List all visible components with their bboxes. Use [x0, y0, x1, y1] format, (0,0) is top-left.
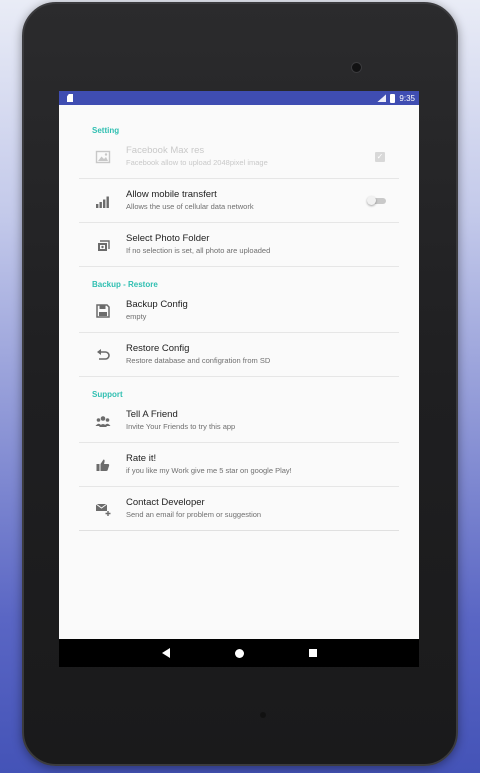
battery-icon — [390, 93, 396, 103]
pref-title: Select Photo Folder — [126, 233, 210, 244]
pref-subtitle: Send an email for problem or suggestion — [126, 510, 262, 519]
pref-title: Allow mobile transfert — [126, 189, 217, 200]
pref-title: Backup Config — [126, 299, 188, 310]
pref-title: Facebook Max res — [126, 145, 205, 156]
section-header-setting: Setting — [92, 126, 120, 135]
pref-subtitle: Facebook allow to upload 2048pixel image — [126, 158, 268, 167]
pref-subtitle: if you like my Work give me 5 star on go… — [126, 466, 292, 475]
status-indicators: 9:35 — [377, 93, 415, 103]
pref-subtitle: Invite Your Friends to try this app — [126, 422, 236, 431]
status-bar: 9:35 — [59, 91, 419, 105]
home-icon[interactable] — [234, 648, 244, 658]
pref-subtitle: If no selection is set, all photo are up… — [126, 246, 271, 255]
signal-icon — [377, 94, 387, 102]
pref-title: Tell A Friend — [126, 409, 178, 420]
device-sensor-dot — [260, 712, 266, 718]
pref-text: Facebook Max res Facebook allow to uploa… — [126, 145, 399, 168]
image-icon — [79, 149, 126, 165]
undo-icon — [79, 347, 126, 363]
save-icon — [79, 303, 126, 319]
mobile-transfert-switch[interactable] — [367, 196, 387, 205]
pref-text: Select Photo Folder If no selection is s… — [126, 233, 399, 256]
photo-folder-icon — [79, 237, 126, 253]
pref-facebook-max-res[interactable]: Facebook Max res Facebook allow to uploa… — [79, 135, 399, 179]
pref-text: Contact Developer Send an email for prob… — [126, 497, 399, 520]
sd-card-icon — [67, 94, 73, 102]
pref-text: Restore Config Restore database and conf… — [126, 343, 399, 366]
pref-subtitle: Restore database and configration from S… — [126, 356, 271, 365]
signal-bars-icon — [79, 193, 126, 209]
pref-text: Rate it! if you like my Work give me 5 s… — [126, 453, 399, 476]
pref-backup-config[interactable]: Backup Config empty — [79, 289, 399, 333]
pref-tell-a-friend[interactable]: Tell A Friend Invite Your Friends to try… — [79, 399, 399, 443]
section-header-backup-restore: Backup - Restore — [92, 280, 158, 289]
pref-text: Backup Config empty — [126, 299, 399, 322]
pref-rate-it[interactable]: Rate it! if you like my Work give me 5 s… — [79, 443, 399, 487]
app-screen: 9:35 Setting Facebook Max res Facebook a… — [59, 91, 419, 667]
status-time: 9:35 — [399, 93, 415, 103]
pref-title: Rate it! — [126, 453, 157, 464]
facebook-max-res-checkbox[interactable]: ✓ — [375, 152, 385, 162]
pref-subtitle: empty — [126, 312, 147, 321]
mail-add-icon — [79, 501, 126, 517]
thumbs-up-icon — [79, 457, 126, 473]
pref-text: Allow mobile transfert Allows the use of… — [126, 189, 399, 212]
recent-apps-icon[interactable] — [308, 649, 317, 657]
group-icon — [79, 413, 126, 429]
pref-allow-mobile-transfert[interactable]: Allow mobile transfert Allows the use of… — [79, 179, 399, 223]
section-header-support: Support — [92, 390, 123, 399]
pref-subtitle: Allows the use of cellular data network — [126, 202, 254, 211]
preferences-list: Setting Facebook Max res Facebook allow … — [59, 105, 419, 531]
back-icon[interactable] — [161, 648, 170, 658]
pref-contact-developer[interactable]: Contact Developer Send an email for prob… — [79, 487, 399, 531]
pref-title: Restore Config — [126, 343, 190, 354]
pref-select-photo-folder[interactable]: Select Photo Folder If no selection is s… — [79, 223, 399, 267]
pref-restore-config[interactable]: Restore Config Restore database and conf… — [79, 333, 399, 377]
pref-title: Contact Developer — [126, 497, 205, 508]
navigation-bar — [59, 639, 419, 667]
switch-thumb — [367, 196, 376, 205]
pref-text: Tell A Friend Invite Your Friends to try… — [126, 409, 399, 432]
front-camera — [351, 62, 362, 73]
